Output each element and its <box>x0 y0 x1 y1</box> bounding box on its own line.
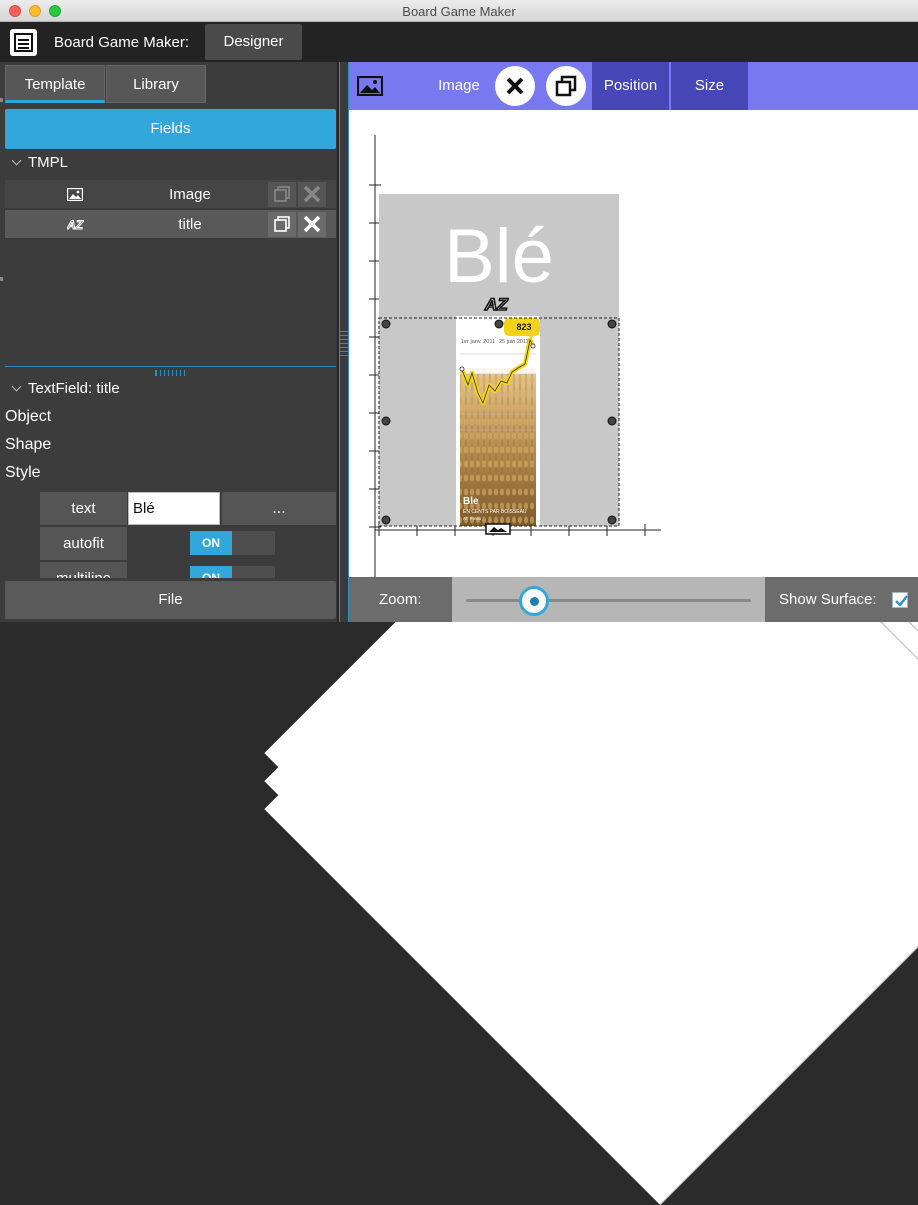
autofit-property-label: autofit <box>40 527 127 560</box>
canvas-svg: Blé AZ 1er janv. 2011 25 juin 2011 823 B… <box>369 135 661 577</box>
zoom-slider-thumb[interactable] <box>519 586 550 616</box>
resize-handle[interactable] <box>494 319 504 329</box>
duplicate-icon[interactable] <box>268 212 296 237</box>
text-property-label: text <box>40 492 127 525</box>
file-button[interactable]: File <box>5 581 336 619</box>
duplicate-icon <box>555 75 577 97</box>
autofit-toggle[interactable]: ON <box>190 531 275 555</box>
properties-header[interactable]: TextField: title <box>5 380 336 404</box>
text-field-marker-icon[interactable]: AZ <box>483 294 509 315</box>
properties-title: TextField: title <box>28 380 120 397</box>
position-button[interactable]: Position <box>592 62 669 110</box>
tree-item-label: title <box>178 216 202 233</box>
duplicate-element-button[interactable] <box>546 66 586 106</box>
bottom-bar: Zoom: Show Surface: <box>349 577 918 622</box>
element-toolbar: Image Position Size <box>349 62 918 110</box>
delete-element-button[interactable] <box>495 66 535 106</box>
svg-text:AZ: AZ <box>484 295 508 314</box>
tab-template[interactable]: Template <box>5 65 105 103</box>
edge-mark <box>0 98 3 102</box>
card-subcaption: EN CENTS PAR BOISSEAU <box>463 509 527 515</box>
chevron-down-icon[interactable] <box>11 381 22 392</box>
design-canvas[interactable]: Blé AZ 1er janv. 2011 25 juin 2011 823 B… <box>349 110 918 577</box>
group-style[interactable]: Style <box>5 406 918 1205</box>
app-bar: Board Game Maker: Designer <box>0 22 918 62</box>
card-small-text: AT Press <box>463 516 482 521</box>
text-az-icon: AZ <box>66 218 89 235</box>
tree-root-label: TMPL <box>28 154 69 171</box>
toggle-state: ON <box>190 531 232 555</box>
text-more-button[interactable]: ... <box>222 492 336 525</box>
image-icon <box>66 187 84 205</box>
checkmark-icon <box>895 595 908 607</box>
vertical-splitter[interactable] <box>339 62 349 622</box>
size-button[interactable]: Size <box>671 62 748 110</box>
tree-item-label: Image <box>169 186 211 203</box>
chevron-down-icon[interactable] <box>11 155 22 166</box>
window-title: Board Game Maker <box>402 4 516 19</box>
chart-date-right: 25 juin 2011 <box>499 339 529 345</box>
group-label: Shape <box>5 436 52 453</box>
show-surface-label: Show Surface: <box>779 591 877 608</box>
resize-handle[interactable] <box>607 319 617 329</box>
delete-icon[interactable] <box>298 212 326 237</box>
price-badge-text: 823 <box>516 322 531 332</box>
duplicate-icon[interactable] <box>268 182 296 207</box>
zoom-track[interactable] <box>466 599 751 602</box>
fields-button[interactable]: Fields <box>5 109 336 149</box>
tree-item-title[interactable]: AZ title <box>5 210 336 239</box>
resize-handle[interactable] <box>607 515 617 525</box>
image-icon <box>356 75 384 101</box>
toggle-state: ON <box>190 566 232 578</box>
chart-date-left: 1er janv. 2011 <box>461 339 495 345</box>
multiline-property-label: multiline <box>40 562 127 578</box>
tree-root[interactable]: TMPL <box>5 154 336 178</box>
resize-handle[interactable] <box>381 515 391 525</box>
resize-handle[interactable] <box>381 319 391 329</box>
resize-handle[interactable] <box>607 416 617 426</box>
delete-icon[interactable] <box>298 182 326 207</box>
card-title-text[interactable]: Blé <box>444 214 554 299</box>
edge-mark <box>0 277 3 281</box>
text-value-field[interactable] <box>128 492 220 525</box>
left-panel: Template Library Fields TMPL Image AZ ti… <box>0 62 918 1205</box>
group-object[interactable]: Object <box>5 350 918 1150</box>
group-label: Object <box>5 408 52 425</box>
window-titlebar: Board Game Maker <box>0 0 918 22</box>
app-name: Board Game Maker: <box>54 34 190 51</box>
tab-library[interactable]: Library <box>106 65 206 103</box>
multiline-toggle[interactable]: ON <box>190 566 275 578</box>
zoom-slider-area[interactable] <box>452 577 765 622</box>
group-shape[interactable]: Shape <box>5 378 918 1178</box>
card-caption: Ble <box>463 496 479 507</box>
image-element[interactable]: 1er janv. 2011 25 juin 2011 823 Ble EN C… <box>456 316 540 526</box>
toolbar-label: Image <box>438 77 480 94</box>
designer-button[interactable]: Designer <box>205 24 302 60</box>
close-icon <box>506 77 524 95</box>
svg-text:AZ: AZ <box>67 218 84 231</box>
splitter-grip-icon[interactable] <box>155 370 185 376</box>
multiline-clip: multiline ON <box>0 562 338 578</box>
resize-handle[interactable] <box>381 416 391 426</box>
app-logo-icon[interactable] <box>10 29 37 56</box>
image-marker-icon[interactable] <box>485 523 511 535</box>
tree-item-image[interactable]: Image <box>5 180 336 209</box>
designer-panel: Image Position Size Blé AZ 1er janv. 201… <box>349 62 918 622</box>
horizontal-splitter[interactable] <box>5 366 336 376</box>
group-label: Style <box>5 464 41 481</box>
zoom-label: Zoom: <box>379 591 422 608</box>
show-surface-checkbox[interactable] <box>892 592 908 608</box>
splitter-grip-icon[interactable] <box>340 330 348 356</box>
